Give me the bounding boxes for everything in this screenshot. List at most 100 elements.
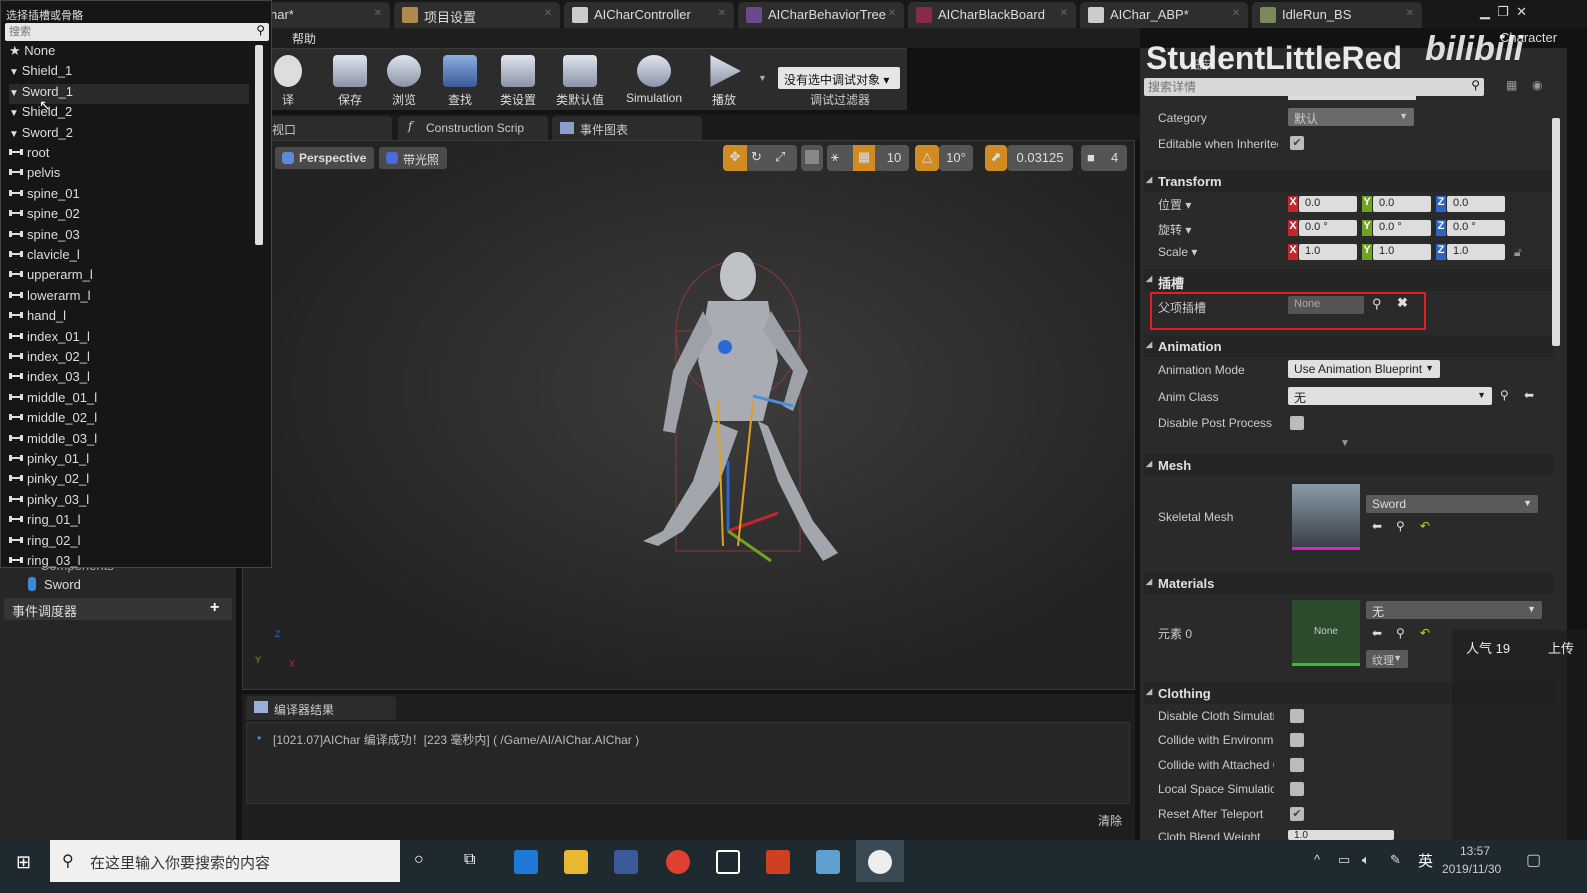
- expand-advanced-icon[interactable]: ▼: [1340, 438, 1350, 449]
- bone-item[interactable]: spine_03: [9, 227, 80, 247]
- bone-list-scrollbar[interactable]: [255, 45, 263, 245]
- close-icon[interactable]: ✕: [544, 8, 552, 19]
- tab-blackboard[interactable]: AICharBlackBoard ✕: [908, 2, 1076, 28]
- disable-post-process-checkbox[interactable]: [1290, 416, 1304, 430]
- clothing-option-checkbox[interactable]: [1290, 709, 1304, 723]
- location-label[interactable]: 位置 ▾: [1158, 196, 1274, 213]
- scl-y-field[interactable]: 1.0: [1373, 244, 1431, 260]
- loc-x-field[interactable]: 0.0: [1299, 196, 1357, 212]
- browse-button[interactable]: 浏览: [376, 53, 432, 109]
- bone-item[interactable]: ▼ Shield_1: [9, 63, 72, 83]
- clothing-option-checkbox[interactable]: [1290, 782, 1304, 797]
- cloth-blend-field[interactable]: 1.0: [1288, 830, 1394, 841]
- clothing-option-checkbox[interactable]: ✔: [1290, 806, 1304, 821]
- rot-x-field[interactable]: 0.0 °: [1299, 220, 1357, 236]
- bone-item[interactable]: ring_02_l: [9, 533, 81, 553]
- scale-icon[interactable]: ⤢: [775, 149, 785, 165]
- event-dispatchers-header[interactable]: 事件调度器 +: [4, 598, 232, 620]
- rotation-snap-icon[interactable]: △: [915, 145, 939, 171]
- class-settings-button[interactable]: 类设置: [490, 53, 546, 109]
- bone-item[interactable]: spine_01: [9, 186, 80, 206]
- texture-dropdown[interactable]: 纹理: [1366, 650, 1408, 668]
- volume-icon[interactable]: 🔈︎: [1362, 852, 1370, 868]
- name-field[interactable]: [1288, 96, 1416, 100]
- tab-compiler-results[interactable]: 编译器结果: [246, 696, 396, 720]
- use-selected-arrow-icon[interactable]: ⬅: [1372, 626, 1382, 640]
- play-options-dropdown[interactable]: ▼: [758, 73, 767, 83]
- use-selected-arrow-icon[interactable]: ⬅: [1524, 388, 1534, 402]
- bone-item[interactable]: middle_03_l: [9, 431, 97, 451]
- details-scrollbar[interactable]: [1552, 118, 1560, 346]
- file-explorer-icon[interactable]: [564, 850, 588, 874]
- details-search[interactable]: ⚲: [1144, 78, 1484, 96]
- bone-item[interactable]: pinky_01_l: [9, 451, 89, 471]
- use-selected-arrow-icon[interactable]: ⬅: [1372, 519, 1382, 533]
- camera-speed-button[interactable]: ■ 4: [1081, 145, 1127, 171]
- close-icon[interactable]: ✕: [374, 8, 382, 19]
- close-icon[interactable]: ✕: [888, 8, 896, 19]
- scale-snap-value[interactable]: 0.03125: [1007, 145, 1073, 171]
- bone-item[interactable]: ★ None: [9, 43, 55, 63]
- task-view-icon[interactable]: ⧉: [464, 851, 475, 869]
- material-thumbnail[interactable]: None: [1292, 600, 1360, 666]
- whiteboard-icon[interactable]: [716, 850, 740, 874]
- scl-x-field[interactable]: 1.0: [1299, 244, 1357, 260]
- editable-checkbox[interactable]: ✔: [1290, 136, 1304, 150]
- clear-socket-icon[interactable]: ✖: [1397, 295, 1408, 311]
- bone-search-input[interactable]: ⚲: [5, 23, 269, 41]
- bone-item[interactable]: upperarm_l: [9, 267, 93, 287]
- perspective-button[interactable]: Perspective: [275, 147, 375, 169]
- add-dispatcher-button[interactable]: +: [210, 599, 219, 617]
- chrome-icon[interactable]: [666, 850, 690, 874]
- ime-indicator[interactable]: 英: [1418, 850, 1433, 871]
- grid-snap-group[interactable]: ⚹ ▦: [827, 145, 883, 171]
- play-button[interactable]: 播放: [696, 53, 752, 109]
- loc-y-field[interactable]: 0.0: [1373, 196, 1431, 212]
- category-dropdown[interactable]: 默认: [1288, 108, 1414, 126]
- anim-mode-dropdown[interactable]: Use Animation Blueprint: [1288, 360, 1440, 378]
- clear-button[interactable]: 清除: [1098, 812, 1122, 829]
- save-button[interactable]: 保存: [322, 53, 378, 109]
- rot-z-field[interactable]: 0.0 °: [1447, 220, 1505, 236]
- windows-start-icon[interactable]: ⊞: [16, 852, 31, 873]
- scale-label[interactable]: Scale ▾: [1158, 245, 1274, 259]
- network-icon[interactable]: ▭: [1338, 852, 1350, 868]
- unreal-taskbar-button[interactable]: [856, 840, 904, 882]
- reset-icon[interactable]: ↶: [1420, 626, 1430, 640]
- close-icon[interactable]: ✕: [718, 8, 726, 19]
- window-controls[interactable]: ▁ ❐ ✕: [1480, 4, 1527, 20]
- tab-anim-blueprint[interactable]: AIChar_ABP* ✕: [1080, 2, 1248, 28]
- bone-item[interactable]: middle_01_l: [9, 390, 97, 410]
- tab-viewport[interactable]: 视口: [262, 116, 392, 140]
- browse-socket-icon[interactable]: ⚲: [1372, 296, 1382, 312]
- browse-icon[interactable]: ⚲: [1500, 388, 1509, 402]
- loc-z-field[interactable]: 0.0: [1447, 196, 1505, 212]
- clothing-option-checkbox[interactable]: [1290, 733, 1304, 748]
- class-defaults-button[interactable]: 类默认值: [550, 53, 610, 109]
- section-transform[interactable]: Transform: [1144, 170, 1554, 192]
- rotation-label[interactable]: 旋转 ▾: [1158, 221, 1274, 238]
- section-materials[interactable]: Materials: [1144, 572, 1554, 594]
- app-icon[interactable]: [816, 850, 840, 874]
- skeletal-mesh-dropdown[interactable]: Sword: [1366, 495, 1538, 513]
- edge-icon[interactable]: [514, 850, 538, 874]
- lighting-mode-button[interactable]: 带光照: [379, 147, 448, 169]
- powerpoint-icon[interactable]: [766, 850, 790, 874]
- anim-class-dropdown[interactable]: 无: [1288, 387, 1492, 405]
- section-animation[interactable]: Animation: [1144, 335, 1554, 357]
- bone-item[interactable]: pinky_03_l: [9, 492, 89, 512]
- lock-icon[interactable]: 🔓︎: [1514, 245, 1522, 260]
- browse-icon[interactable]: ⚲: [1396, 519, 1405, 533]
- store-icon[interactable]: [614, 850, 638, 874]
- parent-socket-field[interactable]: None: [1288, 296, 1364, 314]
- component-item-sword[interactable]: Sword: [4, 574, 232, 596]
- rotate-icon[interactable]: ↻: [751, 149, 762, 165]
- clock-time[interactable]: 13:57: [1460, 844, 1490, 858]
- bone-item[interactable]: middle_02_l: [9, 410, 97, 430]
- bone-item[interactable]: index_03_l: [9, 369, 90, 389]
- section-mesh[interactable]: Mesh: [1144, 454, 1554, 476]
- tab-aichar[interactable]: har* ✕: [262, 2, 390, 28]
- bone-item[interactable]: ring_03_l: [9, 553, 81, 573]
- bone-item[interactable]: hand_l: [9, 308, 66, 328]
- debug-object-select[interactable]: 没有选中调试对象 ▾: [778, 67, 900, 89]
